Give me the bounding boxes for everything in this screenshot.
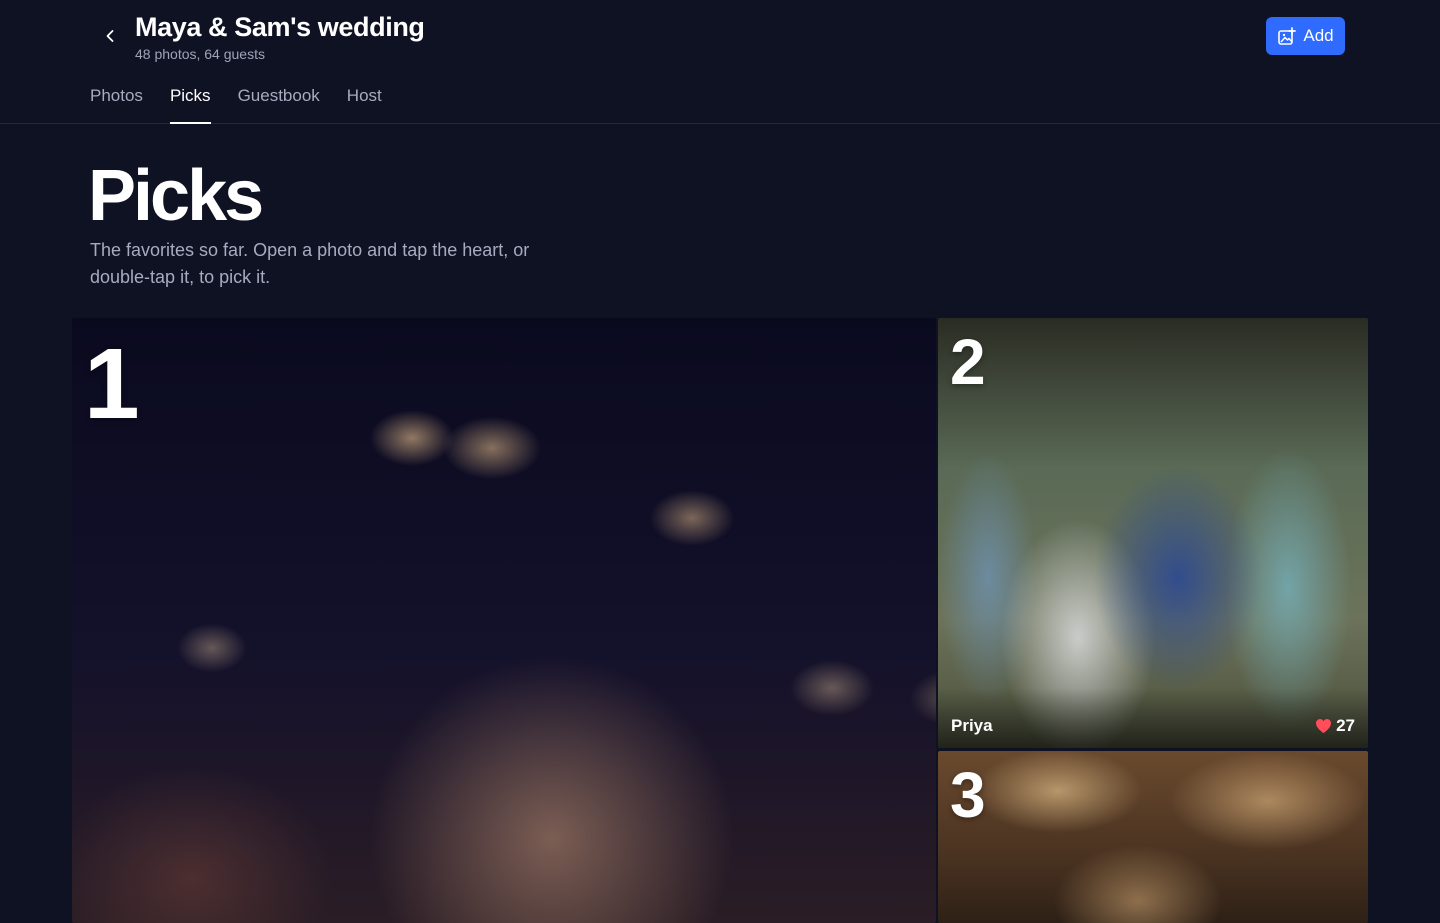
back-button[interactable] — [96, 22, 124, 50]
like-count-value: 27 — [1336, 716, 1355, 735]
pick-photo-2[interactable]: 2 Priya 27 — [938, 318, 1368, 748]
add-button[interactable]: Add — [1266, 17, 1345, 55]
pick-photo-3[interactable]: 3 — [938, 751, 1368, 923]
uploader-name: Priya — [951, 716, 993, 735]
like-count[interactable]: 27 — [1315, 716, 1355, 736]
tab-bar: Photos Picks Guestbook Host — [90, 86, 382, 124]
add-photo-icon — [1278, 26, 1297, 45]
page-title: Picks — [88, 156, 264, 236]
event-title: Maya & Sam's wedding — [135, 12, 425, 42]
pick-rank: 1 — [84, 328, 140, 440]
pick-photo-1[interactable]: 1 — [72, 318, 936, 923]
tab-picks[interactable]: Picks — [169, 86, 211, 124]
photo-caption-bar — [938, 688, 1368, 748]
top-bar: Maya & Sam's wedding 48 photos, 64 guest… — [0, 0, 1440, 124]
chevron-left-icon — [106, 30, 114, 42]
event-meta: 48 photos, 64 guests — [135, 46, 265, 62]
pick-rank: 2 — [950, 326, 986, 398]
heart-icon — [1316, 719, 1332, 733]
add-button-label: Add — [1303, 26, 1334, 45]
tab-host[interactable]: Host — [347, 86, 382, 124]
page-subtitle: The favorites so far. Open a photo and t… — [90, 240, 530, 287]
pick-rank: 3 — [950, 759, 986, 831]
tab-guestbook[interactable]: Guestbook — [238, 86, 320, 124]
tab-photos[interactable]: Photos — [90, 86, 143, 124]
